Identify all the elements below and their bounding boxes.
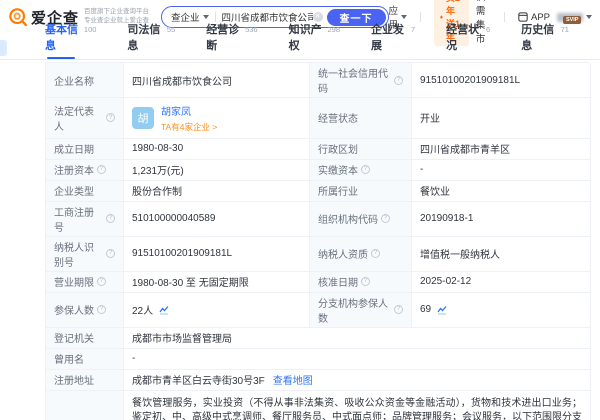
field-value-registered-capital: 1,231万(元) (124, 160, 310, 181)
field-label-industry: 所属行业 (310, 181, 412, 202)
field-value-branch-insured-count: 69 (412, 293, 591, 328)
help-icon[interactable]: ? (394, 305, 403, 314)
legal-rep-name-link[interactable]: 胡家凤 (161, 103, 217, 118)
chevron-down-icon (401, 15, 407, 19)
field-label-company-name: 企业名称 (46, 63, 124, 98)
help-icon[interactable]: ? (381, 214, 390, 223)
logo-icon (8, 7, 28, 27)
help-icon[interactable]: ? (361, 165, 370, 174)
field-label-registered-capital: 注册资本? (46, 160, 124, 181)
help-icon[interactable]: ? (106, 113, 115, 122)
field-label-status: 经营状态 (310, 98, 412, 139)
field-label-legal-rep: 法定代表人? (46, 98, 124, 139)
chevron-down-icon (586, 15, 592, 19)
field-value-approval-date: 2025-02-12 (412, 272, 591, 293)
field-value-org-code: 20190918-1 (412, 202, 591, 237)
tab-company-development[interactable]: 企业发展 7 (371, 21, 415, 59)
field-label-registry-authority: 登记机关 (46, 328, 124, 349)
field-value-paid-capital: - (412, 160, 591, 181)
aiqicha-company-page: 爱企查 百度旗下企业查询平台 专业查企业就上爱企查 查企业 ✕ 查一下 应用 (0, 0, 600, 420)
tab-judicial-info[interactable]: 司法信息 55 (127, 21, 175, 59)
field-label-insured-count: 参保人数? (46, 293, 124, 328)
field-label-former-name: 曾用名 (46, 349, 124, 370)
help-icon[interactable]: ? (97, 305, 106, 314)
help-icon[interactable]: ? (361, 277, 370, 286)
field-label-business-scope: 经营范围? (46, 391, 124, 420)
help-icon[interactable]: ? (97, 165, 106, 174)
basic-info-table: 企业名称 四川省成都市饮食公司 统一社会信用代码? 91510100201909… (45, 62, 590, 420)
legal-rep-companies-link[interactable]: TA有4家企业 > (161, 121, 217, 133)
nav-divider (504, 12, 505, 22)
field-label-credit-code: 统一社会信用代码? (310, 63, 412, 98)
field-label-district: 行政区划 (310, 139, 412, 160)
tab-operating-status[interactable]: 经营状况 6 (446, 21, 490, 59)
field-label-registration-number: 工商注册号? (46, 202, 124, 237)
tab-basic-info[interactable]: 基本信息 100 (45, 21, 96, 59)
field-label-established-date: 成立日期 (46, 139, 124, 160)
field-value-taxpayer-id: 91510100201909181L (124, 237, 310, 272)
field-value-registered-address: 成都市青羊区白云寺街30号3F 查看地图 (124, 370, 591, 391)
search-category-dropdown[interactable]: 查企业 (171, 10, 209, 24)
field-value-business-term: 1980-08-30 至 无固定期限 (124, 272, 310, 293)
tab-business-diagnosis[interactable]: 经营诊断 536 (206, 21, 257, 59)
trend-chart-icon[interactable] (437, 305, 447, 315)
field-value-company-type: 股份合作制 (124, 181, 310, 202)
trend-chart-icon[interactable] (159, 305, 169, 315)
field-value-company-name: 四川省成都市饮食公司 (124, 63, 310, 98)
help-icon[interactable]: ? (371, 249, 380, 258)
field-value-taxpayer-quality: 增值税一般纳税人 (412, 237, 591, 272)
field-label-registered-address: 注册地址 (46, 370, 124, 391)
chevron-down-icon (203, 15, 209, 19)
field-label-approval-date: 核准日期? (310, 272, 412, 293)
help-icon[interactable]: ? (106, 249, 115, 258)
field-value-district: 四川省成都市青羊区 (412, 139, 591, 160)
field-label-business-term: 营业期限? (46, 272, 124, 293)
field-value-industry: 餐饮业 (412, 181, 591, 202)
nav-divider (420, 12, 421, 22)
help-icon[interactable]: ? (106, 214, 115, 223)
field-value-legal-rep: 胡 胡家凤 TA有4家企业 > (124, 98, 310, 139)
flame-icon (440, 12, 443, 22)
field-value-credit-code: 91510100201909181L (412, 63, 591, 98)
field-value-established-date: 1980-08-30 (124, 139, 310, 160)
legal-rep-details: 胡家凤 TA有4家企业 > (161, 103, 217, 133)
field-label-company-type: 企业类型 (46, 181, 124, 202)
field-label-branch-insured-count: 分支机构参保人数? (310, 293, 412, 328)
legal-rep-avatar[interactable]: 胡 (132, 107, 154, 129)
field-value-former-name: - (124, 349, 591, 370)
field-label-taxpayer-quality: 纳税人资质? (310, 237, 412, 272)
side-float-widget[interactable] (0, 40, 7, 56)
field-value-business-scope: 餐饮管理服务，实业投资（不得从事非法集资、吸收公众资金等金融活动），货物和技术进… (124, 391, 591, 420)
tab-history-info[interactable]: 历史信息 71 SVIP (521, 21, 569, 59)
field-label-org-code: 组织机构代码? (310, 202, 412, 237)
field-value-insured-count: 22人 (124, 293, 310, 328)
field-value-status: 开业 (412, 98, 591, 139)
svip-badge: SVIP (563, 16, 581, 24)
field-label-taxpayer-id: 纳税人识别号? (46, 237, 124, 272)
search-bar: 查企业 ✕ 查一下 (161, 6, 389, 28)
field-value-registration-number: 510100000040589 (124, 202, 310, 237)
help-icon[interactable]: ? (97, 277, 106, 286)
view-map-link[interactable]: 查看地图 (273, 372, 313, 387)
field-label-paid-capital: 实缴资本? (310, 160, 412, 181)
field-value-registry-authority: 成都市市场监督管理局 (124, 328, 591, 349)
tab-intellectual-property[interactable]: 知识产权 298 (289, 21, 340, 59)
help-icon[interactable]: ? (394, 76, 403, 85)
